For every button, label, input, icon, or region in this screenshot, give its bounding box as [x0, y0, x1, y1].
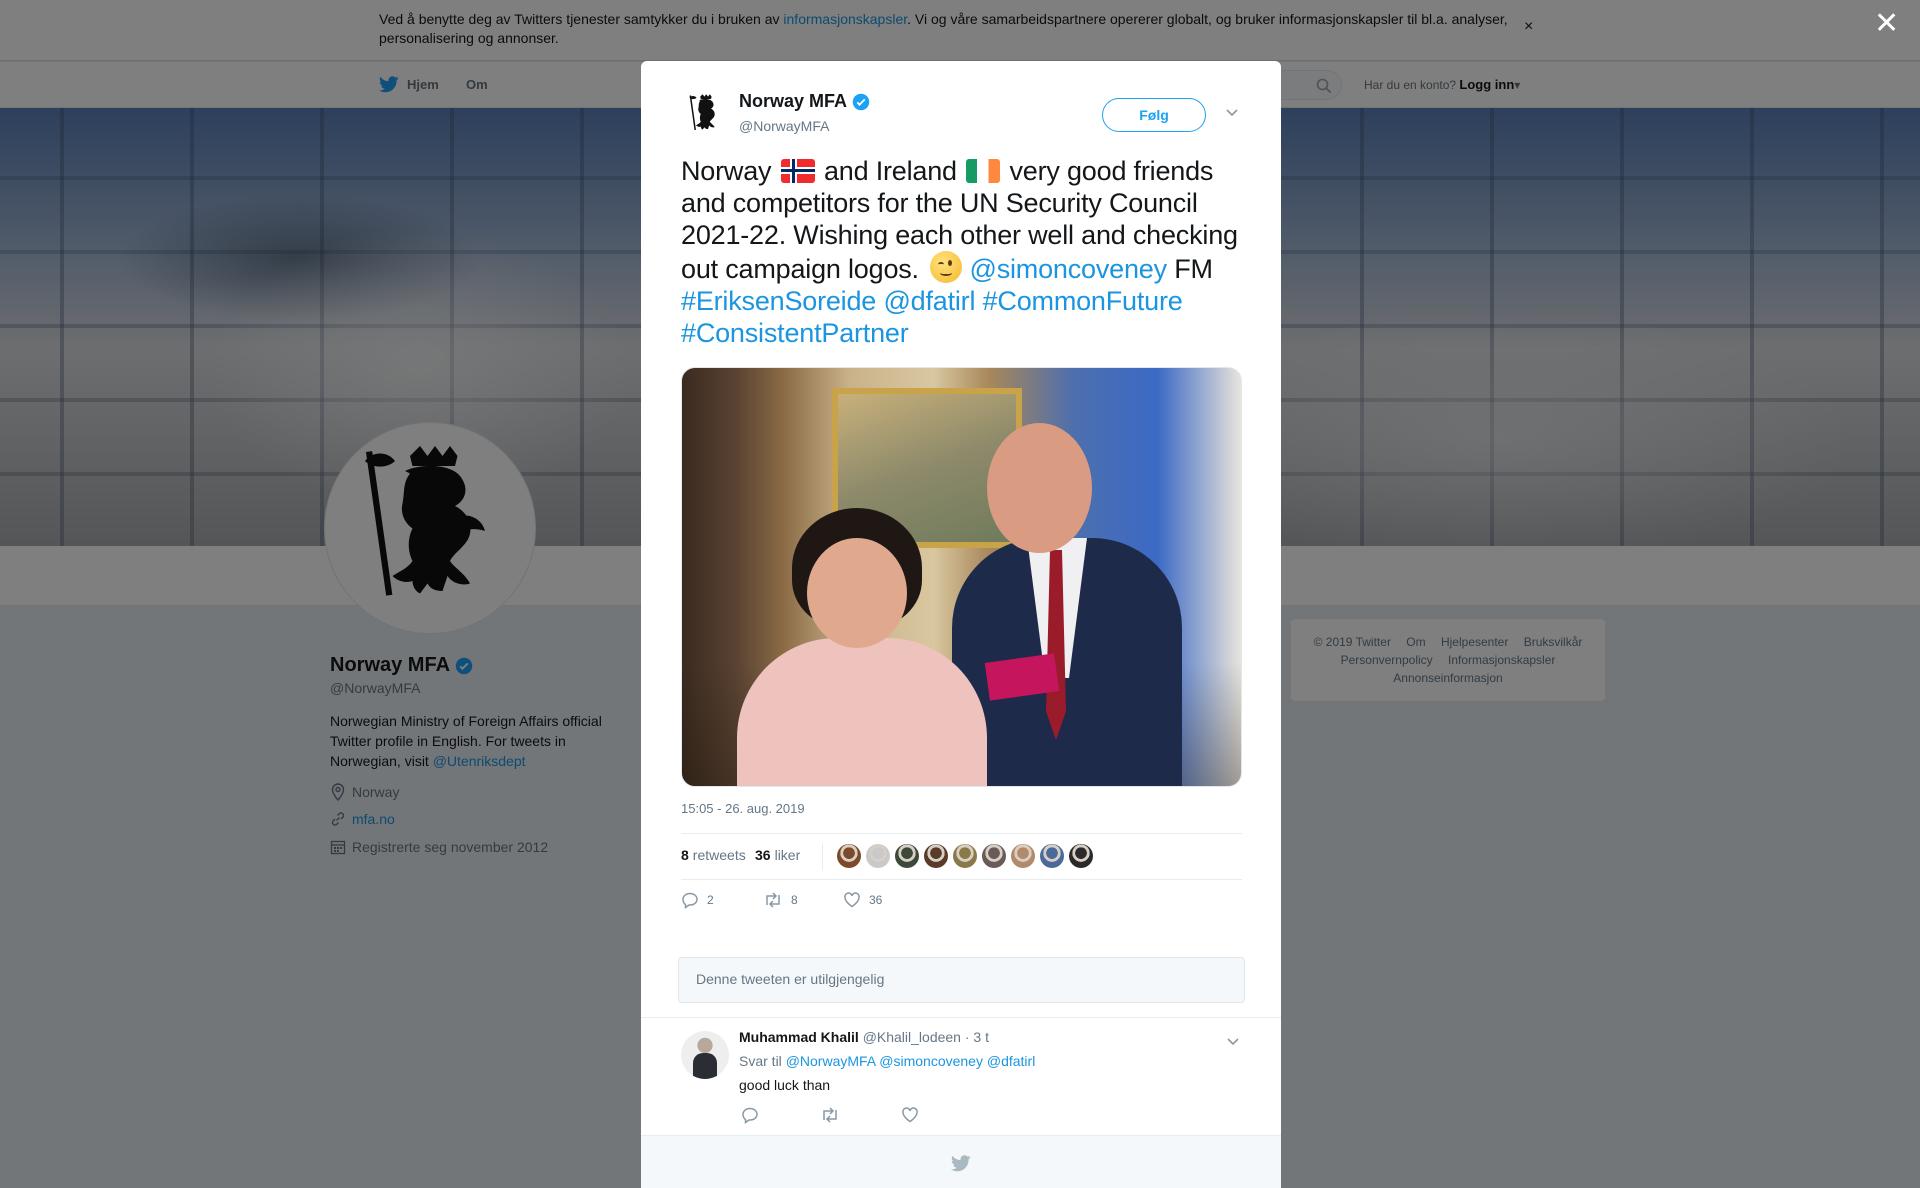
reply-count: 2	[707, 893, 714, 907]
reply-text: good luck than	[739, 1077, 831, 1093]
retweets-label: retweets	[692, 847, 746, 863]
reply-to-mention[interactable]: @NorwayMFA	[786, 1053, 876, 1069]
reply-author-handle[interactable]: @Khalil_lodeen	[863, 1029, 961, 1045]
likes-label: liker	[774, 847, 801, 863]
liker-avatar[interactable]	[924, 844, 948, 868]
chevron-down-icon[interactable]	[1226, 1034, 1240, 1048]
tweet-mention[interactable]: @dfatirl	[883, 286, 975, 316]
tweet-mention[interactable]: @simoncoveney	[969, 254, 1167, 284]
retweet-count: 8	[791, 893, 798, 907]
liker-avatar[interactable]	[1069, 844, 1093, 868]
reply-author-avatar[interactable]	[681, 1031, 729, 1079]
heart-icon[interactable]	[901, 1106, 919, 1124]
reply-button[interactable]: 2	[681, 891, 714, 909]
reply-header: Muhammad Khalil @Khalil_lodeen · 3 t	[739, 1029, 989, 1045]
reply-to-mention[interactable]: @dfatirl	[987, 1053, 1035, 1069]
tweet-modal: Norway MFA @NorwayMFA Følg Norway and Ir…	[641, 61, 1281, 1188]
tweet-timestamp[interactable]: 15:05 - 26. aug. 2019	[681, 801, 805, 816]
reply-icon	[682, 892, 698, 909]
reply-author-name[interactable]: Muhammad Khalil	[739, 1029, 859, 1045]
likes-count: 36	[755, 847, 771, 863]
modal-footer	[641, 1135, 1281, 1188]
liker-avatar[interactable]	[866, 844, 890, 868]
like-count: 36	[869, 893, 883, 907]
like-button[interactable]: 36	[843, 891, 882, 909]
chevron-down-icon[interactable]	[1225, 105, 1239, 119]
tweet-text-part: and Ireland	[823, 156, 957, 186]
winking-face-icon	[930, 251, 963, 283]
retweet-icon	[766, 892, 780, 908]
photo-woman-face	[807, 538, 907, 648]
tweet-text: Norway and Ireland very good friends and…	[681, 155, 1251, 349]
tweet-photo[interactable]	[681, 367, 1242, 787]
reply-actions	[741, 1106, 941, 1126]
retweets-count: 8	[681, 847, 689, 863]
liker-avatar[interactable]	[1040, 844, 1064, 868]
tweet-text-part: Norway	[681, 156, 772, 186]
verified-badge-icon	[852, 93, 870, 110]
tweet-actions: 2 8 36	[681, 891, 1081, 917]
heart-icon	[844, 892, 860, 908]
tweet-hashtag[interactable]: #ConsistentPartner	[681, 318, 909, 348]
follow-button[interactable]: Følg	[1102, 98, 1206, 132]
norway-flag-icon	[780, 159, 815, 183]
reply-tweet[interactable]: Muhammad Khalil @Khalil_lodeen · 3 t Sva…	[641, 1017, 1281, 1137]
liker-avatar[interactable]	[982, 844, 1006, 868]
tweet-hashtag[interactable]: #CommonFuture	[983, 286, 1183, 316]
norway-lion-logo-icon	[689, 94, 715, 131]
photo-woman-body	[737, 638, 987, 786]
reply-unavailable-text: Denne tweeten er utilgjengelig	[696, 971, 885, 987]
tweet-author-handle[interactable]: @NorwayMFA	[739, 118, 829, 134]
retweet-button[interactable]: 8	[763, 891, 798, 909]
photo-man-face	[987, 423, 1092, 553]
close-modal-button[interactable]: ✕	[1874, 9, 1899, 39]
liker-avatar[interactable]	[837, 844, 861, 868]
reply-to-mention[interactable]: @simoncoveney	[879, 1053, 983, 1069]
liker-avatar[interactable]	[953, 844, 977, 868]
liker-avatar[interactable]	[895, 844, 919, 868]
tweet-author-name-text: Norway MFA	[739, 91, 848, 111]
retweet-icon[interactable]	[820, 1106, 840, 1124]
likes-stat[interactable]: 36 liker	[755, 847, 800, 863]
reply-unavailable-box: Denne tweeten er utilgjengelig	[678, 957, 1245, 1003]
ireland-flag-icon	[966, 159, 1001, 183]
retweets-stat[interactable]: 8 retweets	[681, 847, 746, 863]
reply-time[interactable]: · 3 t	[965, 1029, 989, 1045]
tweet-author-name[interactable]: Norway MFA	[739, 91, 870, 112]
reply-to-label: Svar til	[739, 1053, 782, 1069]
likers-avatars	[822, 844, 1093, 871]
liker-avatar[interactable]	[1011, 844, 1035, 868]
tweet-author-avatar[interactable]	[681, 90, 729, 138]
tweet-text-part: FM	[1174, 254, 1213, 284]
tweet-stats: 8 retweets 36 liker	[681, 833, 1242, 880]
reply-to-line: Svar til @NorwayMFA @simoncoveney @dfati…	[739, 1053, 1035, 1069]
twitter-bird-icon	[951, 1155, 971, 1172]
tweet-hashtag[interactable]: #EriksenSoreide	[681, 286, 876, 316]
reply-icon[interactable]	[741, 1106, 759, 1124]
